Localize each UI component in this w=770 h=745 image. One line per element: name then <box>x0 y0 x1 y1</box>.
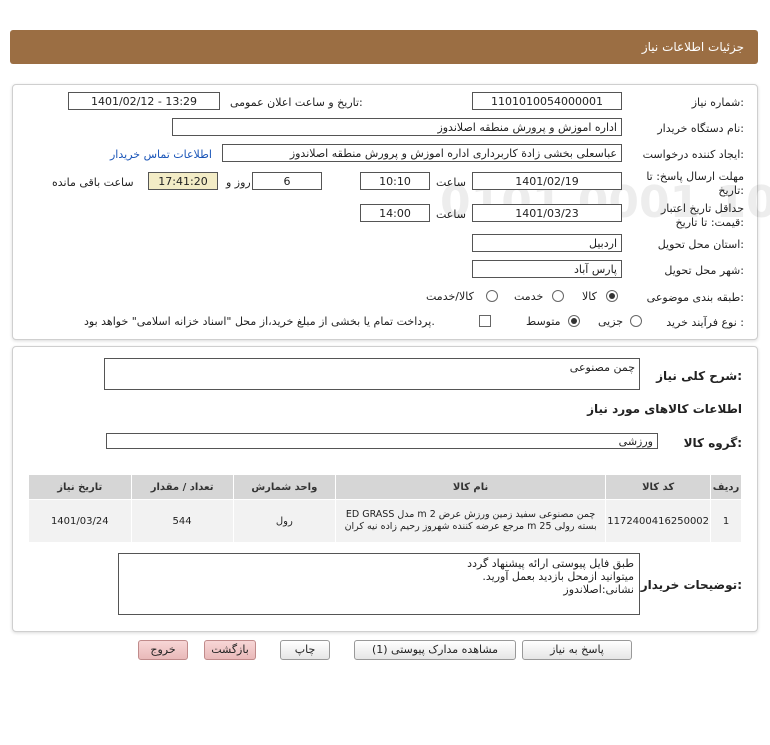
treasury-payment-note: پرداخت تمام یا بخشی از مبلغ خرید،از محل … <box>84 315 435 328</box>
category-both-label: کالا/خدمت <box>426 290 474 303</box>
category-goods-radio[interactable] <box>606 290 618 302</box>
row-index: 1 <box>710 499 742 543</box>
print-button[interactable]: چاپ <box>280 640 330 660</box>
process-minor-radio[interactable] <box>630 315 642 327</box>
page-title: جزئیات اطلاعات نیاز <box>641 40 744 54</box>
days-field: 6 <box>252 172 322 190</box>
contact-info-link[interactable]: اطلاعات تماس خریدار <box>110 148 212 161</box>
items-table-header: ردیف کد کالا نام کالا واحد شمارش تعداد /… <box>28 474 742 500</box>
row-date: 1401/03/24 <box>28 499 132 543</box>
requester-field: عباسعلی بخشی زادة کاربرداری اداره اموزش … <box>222 144 622 162</box>
buyer-notes-box: طبق فایل پیوستی ارائه پیشنهاد گردد میتوا… <box>118 553 640 615</box>
back-button[interactable]: بازگشت <box>204 640 256 660</box>
province-label: استان محل تحویل: <box>657 238 744 251</box>
items-table: ردیف کد کالا نام کالا واحد شمارش تعداد /… <box>28 474 742 543</box>
announce-label: تاریخ و ساعت اعلان عمومی: <box>230 96 363 109</box>
col-code-header: کد کالا <box>605 474 712 500</box>
deadline-label-2: تاریخ: <box>718 184 744 197</box>
process-label: نوع فرآیند خرید : <box>666 316 744 329</box>
process-medium-label: متوسط <box>526 315 561 328</box>
row-name: چمن مصنوعی سفید زمین ورزش عرض 2 m مدل ED… <box>334 499 607 543</box>
description-label: شرح کلی نیاز: <box>656 369 742 383</box>
reply-button[interactable]: پاسخ به نیاز <box>522 640 632 660</box>
goods-group-field: ورزشی <box>106 433 658 449</box>
row-unit: رول <box>232 499 336 543</box>
requester-label: ایجاد کننده درخواست: <box>642 148 744 161</box>
table-row: 1 1172400416250002 چمن مصنوعی سفید زمین … <box>28 499 742 543</box>
validity-label: حداقل تاریخ اعتبار <box>660 202 744 215</box>
col-index-header: ردیف <box>710 474 742 500</box>
validity-time-field: 14:00 <box>360 204 430 222</box>
announce-field: 1401/02/12 - 13:29 <box>68 92 220 110</box>
validity-date-field: 1401/03/23 <box>472 204 622 222</box>
col-quantity-header: تعداد / مقدار <box>130 474 234 500</box>
remaining-time-field: 17:41:20 <box>148 172 218 190</box>
category-service-label: خدمت <box>514 290 544 303</box>
buyer-org-label: نام دستگاه خریدار: <box>657 122 744 135</box>
description-field: چمن مصنوعی <box>104 358 640 390</box>
buyer-notes-line: طبق فایل پیوستی ارائه پیشنهاد گردد <box>467 557 634 570</box>
city-field: پارس آباد <box>472 260 622 278</box>
validity-label-2: قیمت: تا تاریخ: <box>675 216 744 229</box>
goods-group-label: گروه کالا: <box>683 436 742 450</box>
page-header: جزئیات اطلاعات نیاز <box>10 30 758 64</box>
col-name-header: نام کالا <box>334 474 607 500</box>
city-label: شهر محل تحویل: <box>664 264 744 277</box>
category-service-radio[interactable] <box>552 290 564 302</box>
need-number-field: 1101010054000001 <box>472 92 622 110</box>
row-code: 1172400416250002 <box>605 499 712 543</box>
deadline-date-field: 1401/02/19 <box>472 172 622 190</box>
category-label: طبقه بندی موضوعی: <box>646 291 744 304</box>
province-field: اردبیل <box>472 234 622 252</box>
buyer-notes-label: توضیحات خریدار: <box>640 578 742 592</box>
deadline-label: مهلت ارسال پاسخ: تا <box>646 170 744 183</box>
deadline-time-label: ساعت <box>436 176 466 189</box>
category-both-radio[interactable] <box>486 290 498 302</box>
exit-button[interactable]: خروج <box>138 640 188 660</box>
days-label: روز و <box>226 176 251 189</box>
col-unit-header: واحد شمارش <box>232 474 336 500</box>
validity-time-label: ساعت <box>436 208 466 221</box>
row-quantity: 544 <box>130 499 234 543</box>
attachments-button[interactable]: مشاهده مدارک پیوستی (1) <box>354 640 516 660</box>
col-date-header: تاریخ نیاز <box>28 474 132 500</box>
goods-info-title: اطلاعات کالاهای مورد نیاز <box>587 402 742 416</box>
deadline-time-field: 10:10 <box>360 172 430 190</box>
buyer-notes-line: نشانی:اصلاندوز <box>563 583 634 596</box>
need-number-label: شماره نیاز: <box>691 96 744 109</box>
treasury-payment-checkbox[interactable] <box>479 315 491 327</box>
remaining-label: ساعت باقی مانده <box>52 176 134 189</box>
buyer-org-field: اداره اموزش و پرورش منطقه اصلاندوز <box>172 118 622 136</box>
process-minor-label: جزیی <box>598 315 624 328</box>
process-medium-radio[interactable] <box>568 315 580 327</box>
buyer-notes-line: میتوانید ازمحل بازدید بعمل آورید. <box>482 570 634 583</box>
category-goods-label: کالا <box>582 290 597 303</box>
